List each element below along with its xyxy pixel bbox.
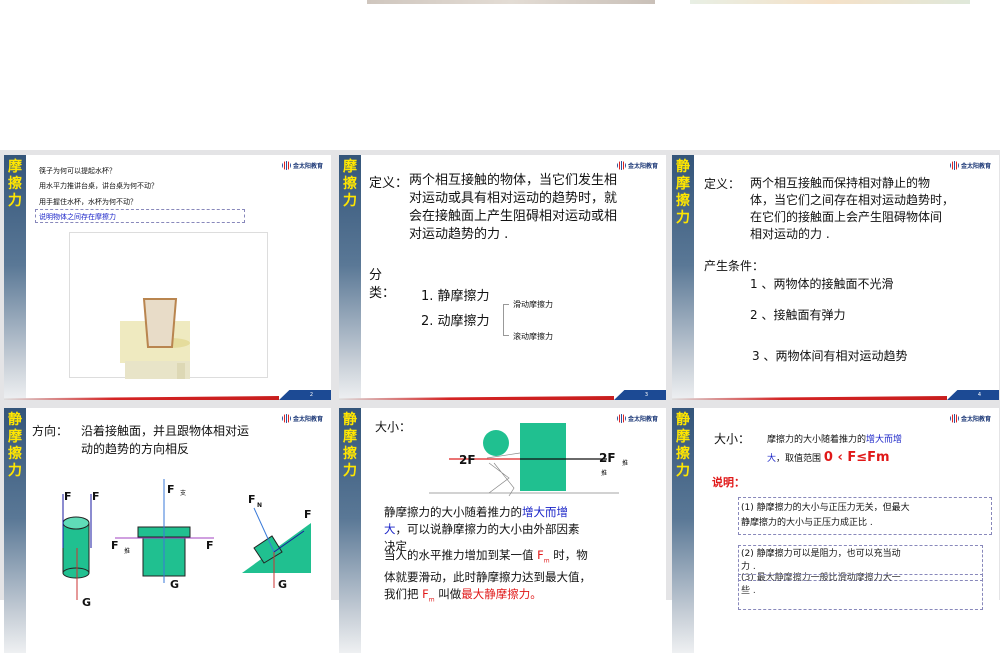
logo-icon: [949, 161, 959, 170]
text: 当人的水平推力增加到某一值: [384, 548, 538, 562]
slide-grid: 摩擦力 金太阳教育 筷子为何可以提起水杯？ 用水平力推讲台桌，讲台桌为何不动？ …: [0, 150, 1000, 653]
definition-line: 两个相互接触的物体，当它们发生相: [409, 173, 618, 188]
list-item: 1. 静摩擦力: [421, 289, 490, 304]
logo-text: 金太阳教育: [960, 163, 991, 170]
text: ，可以说静摩擦力的大小由外部因素: [395, 522, 580, 536]
logo-text: 金太阳教育: [960, 416, 991, 423]
definition-line: 会在接触面上产生阻碍相对运动或相: [409, 209, 618, 224]
text: 摩擦力的大小随着推力的: [767, 435, 867, 445]
slide-thumbnail-6[interactable]: 静摩擦力 金太阳教育 大小： 2F 2F 推 推 静摩擦力的大小随着推力的增大而…: [339, 408, 666, 653]
text-line: 筷子为何可以提起水杯？: [39, 167, 116, 175]
note-line: 静摩擦力的大小与正压力成正比 .: [741, 518, 873, 528]
sub-item: 滚动摩擦力: [513, 332, 553, 341]
text-line: 用手握住水杯，水杯为何不动？: [39, 198, 137, 206]
condition-item: 3 、两物体间有相对运动趋势: [752, 349, 908, 363]
list-item: 2. 动摩擦力: [421, 314, 490, 329]
slide-sidebar: 静摩擦力: [672, 155, 694, 400]
logo-text: 金太阳教育: [292, 163, 323, 170]
definition-line: 对运动或具有相对运动的趋势时，就: [409, 191, 618, 206]
force-label: F: [206, 539, 214, 552]
range-value: 0 ‹ F≤Fm: [823, 450, 890, 465]
logo: 金太阳教育: [949, 414, 991, 423]
text: 静摩擦力的大小随着推力的: [384, 505, 522, 519]
definition-line: 在它们的接触面上会产生阻碍物体间: [750, 210, 943, 224]
logo-icon: [281, 161, 291, 170]
note-line: (1) 静摩擦力的大小与正压力无关，但最大: [741, 503, 910, 513]
highlight-text: 大: [384, 522, 396, 536]
force-subscript: 推: [622, 460, 629, 467]
logo: 金太阳教育: [949, 161, 991, 170]
definition-line: 相对运动的力 .: [750, 227, 830, 241]
paragraph: 静摩擦力的大小随着推力的增大而增 大，可以说静摩擦力的大小由外部因素 决定 当人…: [384, 504, 654, 609]
note-line: (2) 静摩擦力可以是阻力，也可以充当动: [741, 549, 901, 559]
highlight-text: 增大而增: [522, 505, 568, 519]
force-label: G: [278, 578, 288, 591]
force-label: G: [82, 596, 92, 609]
highlight-box: 说明物体之间存在摩擦力: [39, 213, 116, 221]
definition-line: 对运动趋势的力 .: [409, 227, 509, 242]
force-label: F: [64, 490, 72, 503]
highlight-text: 增大而增: [866, 435, 903, 445]
sub-item: 滑动摩擦力: [513, 300, 553, 309]
size-label: 大小：: [714, 432, 751, 446]
slide-thumbnail-4[interactable]: 静摩擦力 金太阳教育 定义： 两个相互接触而保持相对静止的物体，当它们之间存在相…: [672, 155, 999, 400]
condition-label: 产生条件：: [704, 259, 765, 273]
text: 叫做: [434, 587, 462, 602]
logo: 金太阳教育: [616, 161, 658, 170]
highlight-text: 大: [767, 454, 777, 464]
force-label: F: [248, 493, 256, 506]
logo: 金太阳教育: [281, 161, 323, 170]
definition-label: 定义：: [369, 176, 409, 191]
force-label: G: [170, 578, 180, 591]
condition-item: 1 、两物体的接触面不光滑: [750, 277, 894, 291]
person-pushing-box-diagram: [429, 423, 619, 497]
sidebar-title: 摩擦力: [343, 159, 357, 209]
note-label: 说明：: [712, 476, 745, 489]
slide-sidebar: 静摩擦力: [672, 408, 694, 653]
slide-thumbnail-2[interactable]: 摩擦力 金太阳教育 筷子为何可以提起水杯？ 用水平力推讲台桌，讲台桌为何不动？ …: [4, 155, 331, 400]
slide-thumbnail-7[interactable]: 静摩擦力 金太阳教育 大小： 摩擦力的大小随着推力的增大而增 大，取值范围 0 …: [672, 408, 999, 653]
condition-item: 2 、接触面有弹力: [750, 308, 846, 322]
text: 时，物: [549, 548, 588, 562]
text: 体就要滑动，此时静摩擦力达到最大值，: [384, 570, 591, 585]
logo-icon: [616, 161, 626, 170]
classification-label: 分: [369, 268, 383, 283]
text: ，取值范围: [776, 454, 822, 464]
force-label: F: [111, 539, 119, 552]
sidebar-title: 静摩擦力: [676, 159, 690, 226]
text: 我们把: [384, 587, 423, 602]
cup-on-table-image: [69, 232, 268, 379]
fm-symbol: F: [422, 587, 429, 602]
slide-sidebar: 摩擦力: [339, 155, 361, 400]
force-label: 2F: [599, 451, 616, 465]
text: 决定: [384, 539, 407, 553]
force-subscript: 支: [180, 490, 187, 497]
text-line: 用水平力推讲台桌，讲台桌为何不动？: [39, 182, 158, 190]
slide-thumbnail-3[interactable]: 摩擦力 金太阳教育 定义： 两个相互接触的物体，当它们发生相 对运动或具有相对运动…: [339, 155, 666, 400]
classification-label: 类：: [369, 286, 396, 301]
logo-text: 金太阳教育: [627, 163, 658, 170]
slide-number: 3: [614, 390, 666, 400]
definition-line: 体，当它们之间存在相对运动趋势时，: [750, 193, 955, 207]
sidebar-title: 静摩擦力: [676, 412, 690, 479]
force-subscript: 推: [124, 548, 131, 555]
fm-symbol: F: [537, 548, 544, 562]
slide-number: 4: [947, 390, 999, 400]
slide-sidebar: 摩擦力: [4, 155, 26, 400]
force-label: F: [92, 490, 100, 503]
slide-number: 2: [279, 390, 331, 400]
force-label: F: [304, 508, 312, 521]
force-label: 2F: [459, 453, 476, 467]
force-label: F: [167, 483, 175, 496]
highlight-text: 最大静摩擦力。: [461, 587, 542, 602]
logo-icon: [949, 414, 959, 423]
definition-line: 两个相互接触而保持相对静止的物: [750, 176, 931, 190]
sidebar-title: 摩擦力: [8, 159, 22, 209]
force-subscript: 推: [601, 470, 608, 477]
force-subscript: N: [257, 502, 263, 509]
previous-slide-thumbnail[interactable]: [690, 0, 970, 4]
definition-label: 定义：: [704, 177, 741, 191]
previous-slide-thumbnail[interactable]: [367, 0, 655, 4]
slide-thumbnail-5[interactable]: 静摩擦力 金太阳教育 方向： 沿着接触面，并且跟物体相对运 动的趋势的方向相反 F…: [4, 408, 331, 653]
